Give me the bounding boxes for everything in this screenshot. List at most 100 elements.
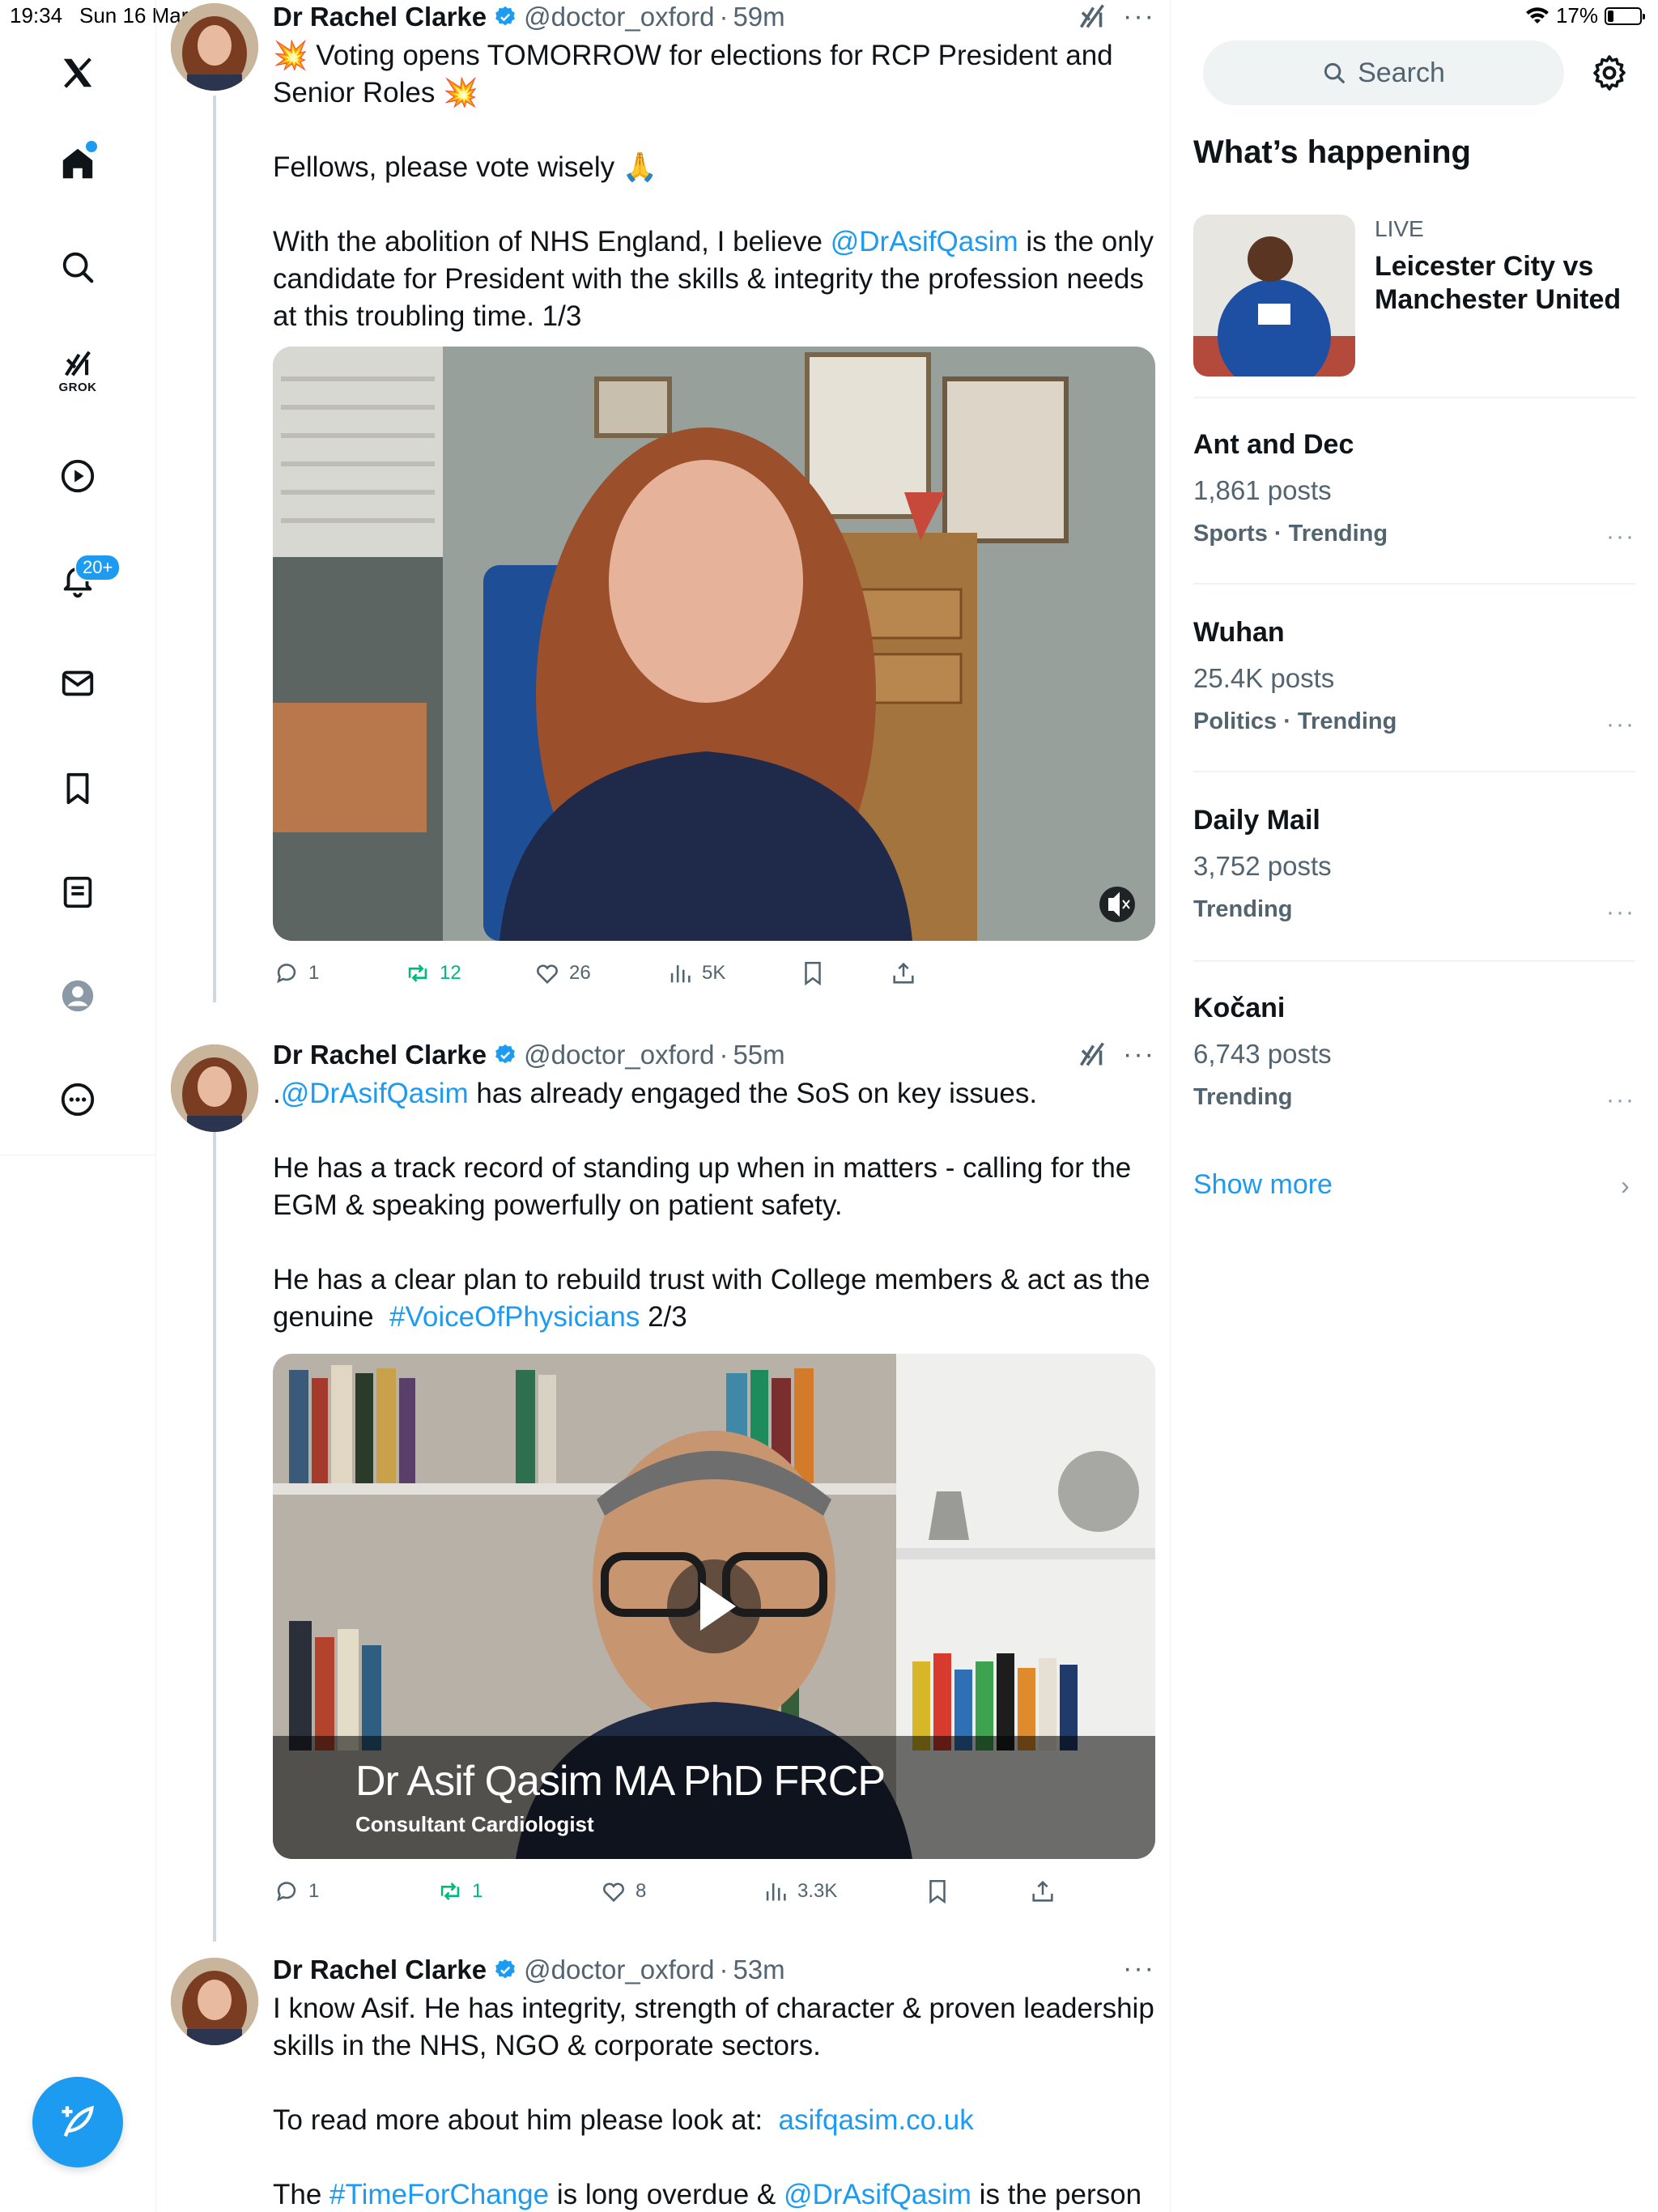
verified-badge-icon <box>493 1958 517 1982</box>
trend-more-icon[interactable]: ··· <box>1606 523 1635 551</box>
repost-icon <box>408 964 427 982</box>
lists-icon[interactable] <box>45 860 110 925</box>
tweet-text-line: 2/3 <box>640 1301 687 1333</box>
tweet-time[interactable]: 59m <box>733 2 784 32</box>
grok-icon[interactable]: GROK <box>45 338 110 403</box>
reply-button[interactable]: 1 <box>273 1878 436 1905</box>
tweet-header: Dr Rachel Clarke @doctor_oxford · 53m ··… <box>273 1955 1155 1985</box>
external-link[interactable]: asifqasim.co.uk <box>779 2104 974 2136</box>
more-options-icon[interactable]: ··· <box>1123 2 1155 30</box>
trend-item[interactable]: Daily Mail 3,752 posts Trending ··· <box>1193 805 1635 926</box>
more-options-icon[interactable] <box>45 1067 110 1132</box>
repost-icon <box>440 1882 460 1900</box>
tweet-time[interactable]: 53m <box>733 1955 784 1985</box>
reply-icon <box>277 963 296 984</box>
compose-post-button[interactable] <box>32 2077 123 2167</box>
bookmark-icon <box>805 961 821 986</box>
live-event-title: Leicester City vs Manchester United <box>1375 251 1622 315</box>
bookmark-icon <box>929 1879 946 1904</box>
search-icon[interactable] <box>45 235 110 300</box>
tweet-text-line: 💥 Voting opens TOMORROW for elections fo… <box>273 40 1121 108</box>
share-button[interactable] <box>1029 1878 1056 1905</box>
more-options-icon[interactable]: ··· <box>1123 1040 1155 1068</box>
search-placeholder: Search <box>1358 57 1445 88</box>
share-button[interactable] <box>890 959 917 987</box>
trend-divider <box>1193 771 1635 772</box>
author-avatar[interactable] <box>171 1044 258 1132</box>
repost-count: 1 <box>472 1880 483 1902</box>
like-button[interactable]: 8 <box>600 1878 762 1905</box>
reply-button[interactable]: 1 <box>273 959 404 987</box>
messages-envelope-icon[interactable] <box>45 651 110 716</box>
tweet-video[interactable]: Dr Asif Qasim MA PhD FRCP Consultant Car… <box>273 1354 1155 1859</box>
tweet-text-line: With the abolition of NHS England, I bel… <box>273 226 831 257</box>
author-name[interactable]: Dr Rachel Clarke <box>273 1955 487 1985</box>
like-button[interactable]: 26 <box>534 959 666 987</box>
tweet-time[interactable]: 55m <box>733 1040 784 1070</box>
gear-icon[interactable] <box>1590 53 1629 92</box>
like-count: 8 <box>636 1880 647 1902</box>
author-name[interactable]: Dr Rachel Clarke <box>273 2 487 32</box>
views-bar-chart-icon <box>670 965 691 983</box>
show-more-link[interactable]: Show more <box>1193 1169 1333 1201</box>
mention-link[interactable]: @DrAsifQasim <box>784 2179 971 2210</box>
author-handle[interactable]: @doctor_oxford <box>524 1955 714 1985</box>
trend-more-icon[interactable]: ··· <box>1606 711 1635 738</box>
trend-category: Politics · Trending <box>1193 708 1397 734</box>
bookmarks-icon[interactable] <box>45 756 110 821</box>
repost-button[interactable]: 12 <box>404 959 534 987</box>
author-handle[interactable]: @doctor_oxford <box>524 2 714 32</box>
trend-more-icon[interactable]: ··· <box>1606 899 1635 926</box>
share-icon <box>893 962 914 984</box>
video-play-icon[interactable] <box>45 444 110 508</box>
live-event-card[interactable]: LIVE Leicester City vs Manchester United <box>1193 215 1647 376</box>
tweet-text-line: . <box>273 1078 281 1109</box>
reply-icon <box>277 1882 296 1902</box>
views-button[interactable]: 3.3K <box>762 1878 924 1905</box>
separator-dot: · <box>719 1040 729 1070</box>
video-caption-subtitle: Consultant Cardiologist <box>355 1812 594 1836</box>
more-options-icon[interactable]: ··· <box>1123 1955 1155 1982</box>
separator-dot: · <box>719 2 729 32</box>
tweet-header: Dr Rachel Clarke @doctor_oxford · 59m ··… <box>273 2 1155 32</box>
heart-icon <box>603 1882 624 1903</box>
search-input[interactable]: Search <box>1203 40 1564 105</box>
home-unread-dot <box>86 141 97 152</box>
mention-link[interactable]: @DrAsifQasim <box>281 1078 469 1109</box>
video-caption-title: Dr Asif Qasim MA PhD FRCP <box>355 1758 886 1805</box>
bookmark-button[interactable] <box>924 1878 1029 1905</box>
grok-label: GROK <box>58 380 97 394</box>
tweet-video[interactable] <box>273 347 1155 941</box>
author-name[interactable]: Dr Rachel Clarke <box>273 1040 487 1070</box>
hashtag-link[interactable]: #VoiceOfPhysicians <box>389 1301 640 1333</box>
grok-explain-icon[interactable] <box>1078 1040 1107 1069</box>
grok-explain-icon[interactable] <box>1078 2 1107 31</box>
home-icon[interactable] <box>45 131 110 196</box>
trend-more-icon[interactable]: ··· <box>1606 1087 1635 1114</box>
reply-count: 1 <box>308 962 320 984</box>
author-avatar[interactable] <box>171 3 258 91</box>
author-handle[interactable]: @doctor_oxford <box>524 1040 714 1070</box>
bookmark-button[interactable] <box>799 959 890 987</box>
trend-category: Sports · Trending <box>1193 521 1388 547</box>
profile-avatar-icon[interactable] <box>45 963 110 1028</box>
trend-item[interactable]: Kočani 6,743 posts Trending ··· <box>1193 993 1635 1114</box>
author-avatar[interactable] <box>171 1958 258 2045</box>
trend-post-count: 3,752 posts <box>1193 851 1332 881</box>
x-logo-icon[interactable] <box>45 40 110 105</box>
trend-item[interactable]: Wuhan 25.4K posts Politics · Trending ··… <box>1193 617 1635 738</box>
views-button[interactable]: 5K <box>666 959 799 987</box>
tweet-actions: 1 1 8 3.3K <box>273 1875 1155 1908</box>
compose-feather-icon <box>62 2105 94 2138</box>
verified-badge-icon <box>493 1043 517 1067</box>
trend-post-count: 1,861 posts <box>1193 475 1332 505</box>
hashtag-link[interactable]: #TimeForChange <box>329 2179 549 2210</box>
mention-link[interactable]: @DrAsifQasim <box>831 226 1018 257</box>
tweet-actions: 1 12 26 5K <box>273 957 1155 989</box>
heart-icon <box>537 964 558 985</box>
right-sidebar: Search What’s happening LIVE Leicester C… <box>1171 0 1658 2212</box>
repost-button[interactable]: 1 <box>436 1878 600 1905</box>
tweet-text-line: To read more about him please look at: <box>273 2104 779 2136</box>
trend-item[interactable]: Ant and Dec 1,861 posts Sports · Trendin… <box>1193 429 1635 550</box>
trend-title: Ant and Dec <box>1193 429 1354 460</box>
